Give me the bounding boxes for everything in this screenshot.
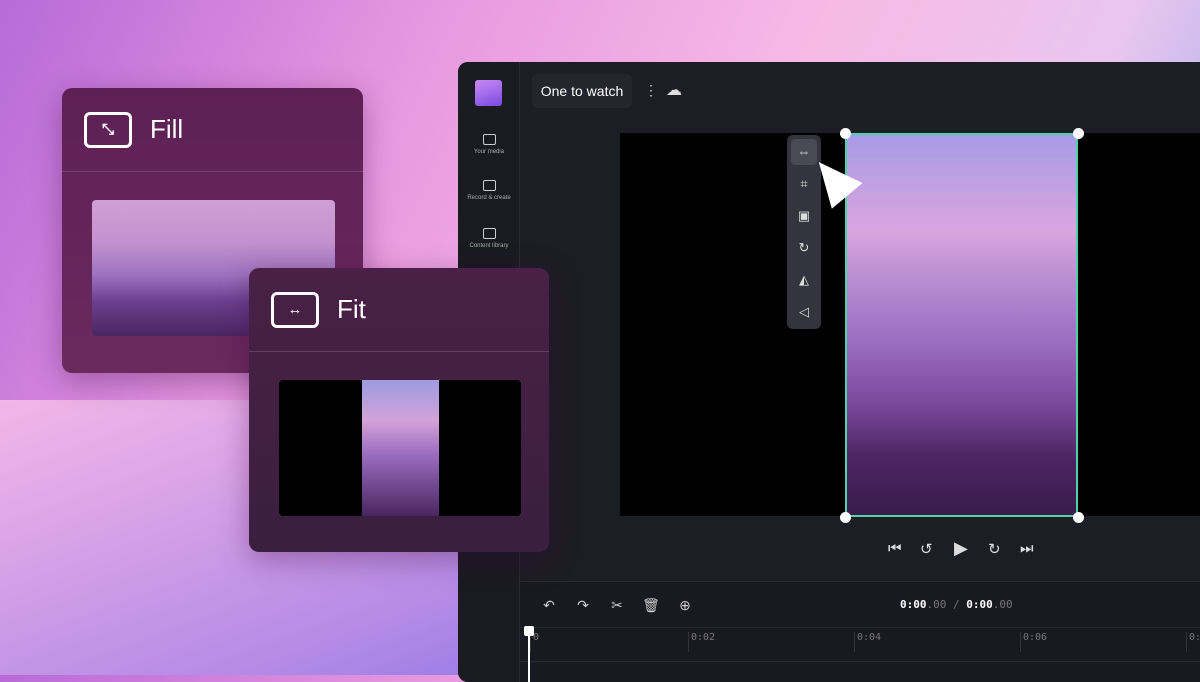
rotate-icon[interactable]: ↻ (791, 235, 817, 261)
tick-label: 0: (1186, 632, 1200, 652)
resize-handle[interactable] (1073, 512, 1084, 523)
tick-label: 0:02 (688, 632, 715, 652)
redo-icon[interactable]: ↷ (566, 590, 600, 620)
sidebar-item-content-library[interactable]: Content library (458, 228, 520, 250)
camera-icon (482, 180, 496, 191)
forward-5-icon[interactable]: ↻ (988, 540, 1001, 558)
app-logo (475, 80, 502, 106)
timeline: ↶ ↷ ✂ 🗑 ⊕ 0:00.00 / 0:00.00 0 0:02 0:04 0:06… (520, 581, 1200, 682)
fill-label: Fill (150, 114, 184, 144)
sidebar-label: Your media (473, 149, 505, 155)
delete-icon[interactable]: 🗑 (634, 590, 668, 620)
skip-forward-icon[interactable]: ⏭ (1020, 540, 1034, 557)
play-icon[interactable]: ▶ (954, 538, 968, 559)
current-time: 0:00 (900, 598, 927, 611)
sidebar-item-your-media[interactable]: Your media (458, 134, 520, 156)
time-readout: 0:00.00 / 0:00.00 (900, 598, 1013, 611)
timeline-toolbar: ↶ ↷ ✂ 🗑 ⊕ (532, 590, 702, 620)
fit-preview (279, 380, 521, 516)
video-clip-preview[interactable] (845, 133, 1078, 517)
resize-handle[interactable] (1073, 128, 1084, 139)
fit-card: ↔ Fit (249, 268, 549, 552)
project-title[interactable]: One to watch (532, 74, 632, 108)
tick-label: 0:06 (1020, 632, 1047, 652)
skip-back-icon[interactable]: ⏮ (888, 540, 902, 557)
resize-handle[interactable] (840, 128, 851, 139)
current-time-frac: .00 (926, 598, 947, 611)
fit-icon[interactable]: ⇔ (791, 139, 817, 165)
library-icon (482, 228, 496, 239)
playhead[interactable] (524, 626, 534, 682)
picture-in-picture-icon[interactable]: ▣ (791, 203, 817, 229)
time-separator: / (946, 598, 967, 611)
rewind-5-icon[interactable]: ↺ (920, 540, 933, 558)
total-time: 0:00 (966, 598, 993, 611)
fit-preview-image (362, 380, 439, 516)
more-options-icon[interactable]: ⋮ (644, 82, 658, 99)
editor-window: Your media Record & create Content libra… (458, 62, 1200, 682)
cut-icon[interactable]: ✂ (600, 590, 634, 620)
tick-label: 0:04 (854, 632, 881, 652)
add-media-icon[interactable]: ⊕ (668, 590, 702, 620)
sidebar-item-record[interactable]: Record & create (458, 180, 520, 202)
folder-icon (482, 134, 496, 145)
fill-icon: ⤡ (84, 111, 132, 148)
fit-label: Fit (337, 294, 366, 324)
total-time-frac: .00 (992, 598, 1013, 611)
resize-handle[interactable] (840, 512, 851, 523)
time-ruler[interactable]: 0 0:02 0:04 0:06 0: (520, 627, 1200, 662)
flip-vertical-icon[interactable]: ◁ (791, 299, 817, 325)
undo-icon[interactable]: ↶ (532, 590, 566, 620)
cloud-saved-icon: ☁ (666, 82, 682, 99)
sidebar-label: Content library (469, 243, 509, 249)
sidebar-label: Record & create (467, 195, 511, 201)
flip-icon[interactable]: ◭ (791, 267, 817, 293)
fit-icon: ↔ (271, 291, 319, 328)
